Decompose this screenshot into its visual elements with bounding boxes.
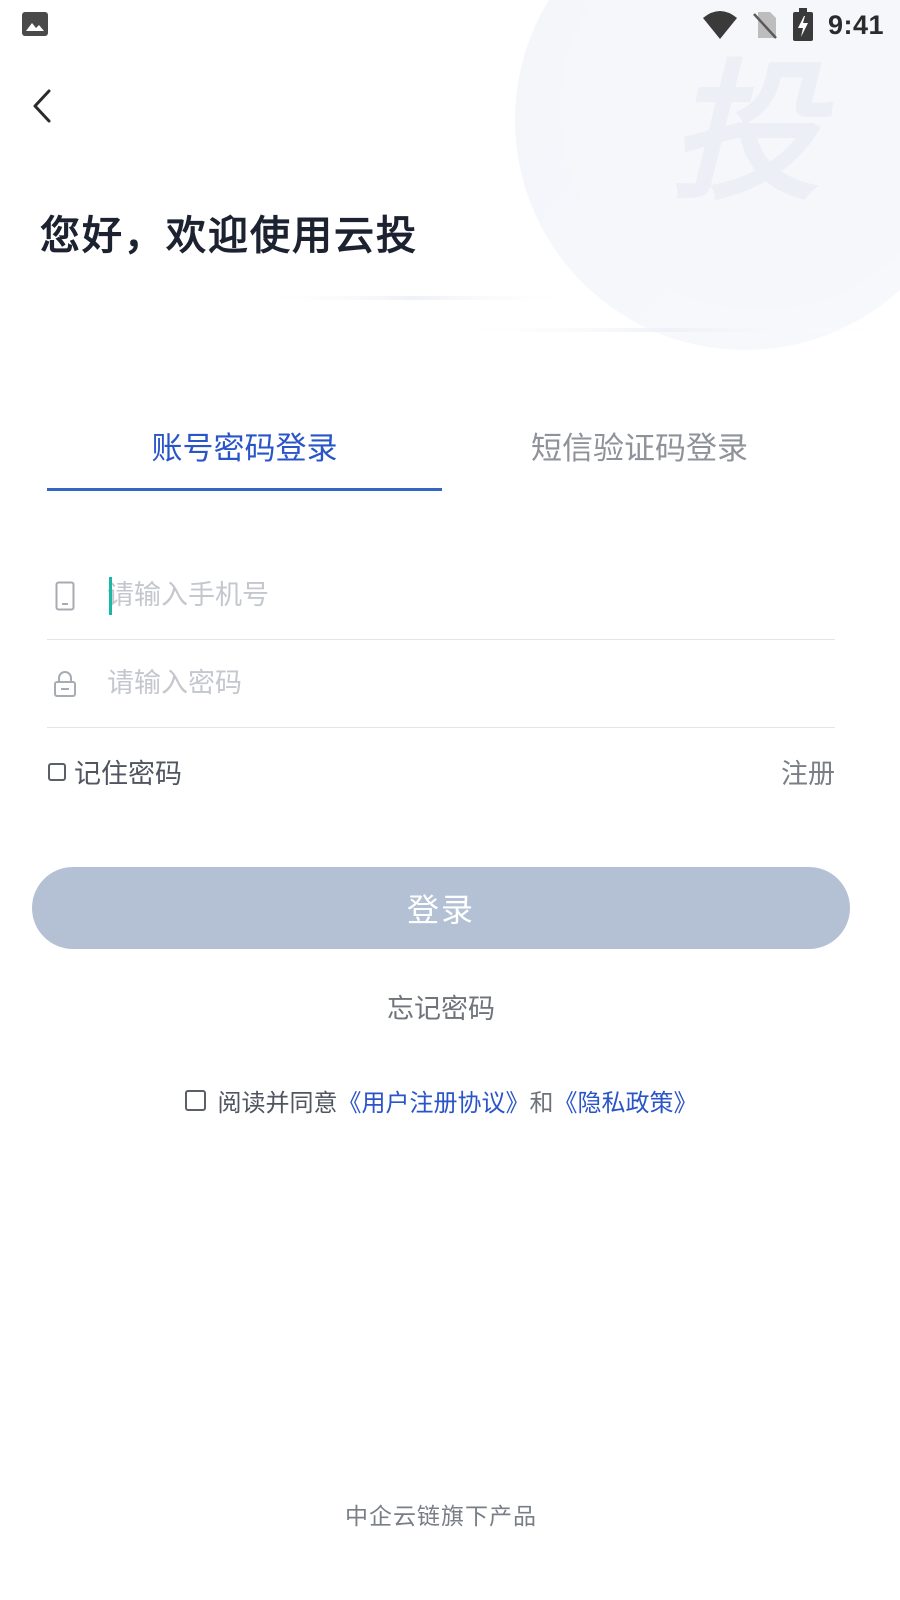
no-sim-icon [753,12,777,39]
image-icon [22,12,48,36]
battery-charging-icon [792,8,813,41]
phone-input[interactable] [107,570,835,621]
forgot-password-link[interactable]: 忘记密码 [0,987,882,1026]
login-tabs: 账号密码登录 短信验证码登录 [47,415,837,491]
wifi-icon [702,11,737,39]
agreement-row: 阅读并同意 《用户注册协议》 和 《隐私政策》 [0,1083,882,1118]
back-button[interactable] [18,82,66,130]
remember-label: 记住密码 [74,759,182,790]
agreement-prefix: 阅读并同意 [217,1089,338,1117]
status-time: 9:41 [827,9,884,40]
watermark-text: 投 [670,47,834,221]
status-bar: 9:41 [0,0,900,50]
login-screen: 投 9:41 您好，欢迎使用云投 账号密码登录 短信验证码登录 请输入手机号 记… [0,0,900,1600]
header-decoration: 投 [250,0,900,350]
remember-password[interactable]: 记住密码 [48,752,182,791]
tab-password-login[interactable]: 账号密码登录 [47,415,442,491]
lock-icon [50,667,80,701]
password-input[interactable] [107,658,835,709]
password-field-row [47,640,835,728]
remember-checkbox[interactable] [48,762,66,781]
privacy-policy-link[interactable]: 《隐私政策》 [554,1083,698,1118]
phone-icon [50,579,80,613]
agreement-checkbox[interactable] [184,1090,206,1111]
chevron-left-icon [33,89,51,123]
footer-text: 中企云链旗下产品 [345,1504,537,1530]
status-icons: 9:41 [702,6,884,44]
user-agreement-link[interactable]: 《用户注册协议》 [338,1083,530,1118]
register-link[interactable]: 注册 [781,752,835,791]
text-caret [109,577,112,615]
phone-field-row [47,552,835,640]
page-title: 您好，欢迎使用云投 [40,213,418,259]
login-button[interactable]: 登录 [32,867,850,949]
agreement-and: 和 [529,1089,554,1117]
tab-sms-login[interactable]: 短信验证码登录 [442,415,837,491]
